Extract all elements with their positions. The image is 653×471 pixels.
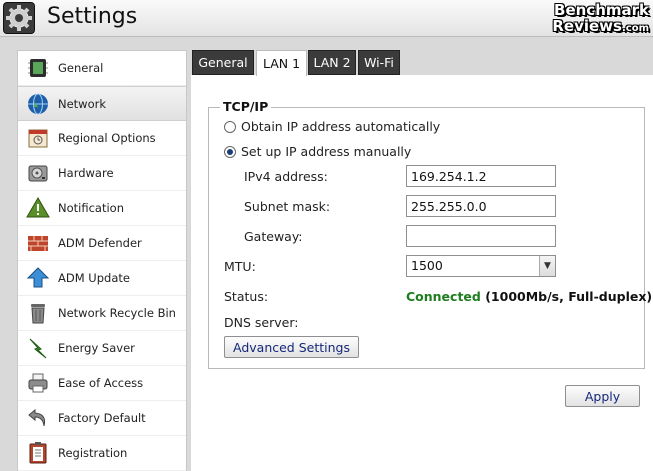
- apply-button[interactable]: Apply: [565, 385, 640, 407]
- ipv4-address-field[interactable]: [406, 165, 556, 187]
- network-settings-panel: General LAN 1 LAN 2 Wi-Fi TCP/IP Obtain …: [191, 50, 653, 471]
- status-detail: (1000Mb/s, Full-duplex): [480, 289, 653, 304]
- hard-drive-icon: [26, 161, 50, 185]
- sidebar-item-label: Hardware: [58, 166, 114, 180]
- tab-general[interactable]: General: [192, 50, 254, 75]
- printer-icon: [26, 371, 50, 395]
- sidebar-item-label: General: [58, 61, 104, 75]
- sidebar-item-factory-default[interactable]: Factory Default: [18, 401, 186, 436]
- sidebar-item-notification[interactable]: Notification: [18, 191, 186, 226]
- set-up-ip-manually-option[interactable]: Set up IP address manually: [224, 144, 411, 159]
- tab-bar: General LAN 1 LAN 2 Wi-Fi: [191, 50, 653, 76]
- sidebar-item-label: Energy Saver: [58, 341, 135, 355]
- chevron-down-icon[interactable]: ▼: [539, 256, 555, 276]
- sidebar-item-general[interactable]: General: [18, 51, 186, 86]
- subnet-mask-label: Subnet mask:: [244, 199, 331, 214]
- watermark-line2: Reviews: [552, 17, 622, 35]
- status-label: Status:: [224, 289, 269, 304]
- watermark-line1: Benchmark: [554, 1, 649, 19]
- tcpip-group-title: TCP/IP: [220, 99, 272, 114]
- clipboard-icon: [26, 441, 50, 465]
- status-value: Connected (1000Mb/s, Full-duplex): [406, 289, 652, 304]
- firewall-icon: [26, 231, 50, 255]
- sidebar-item-label: Network: [58, 96, 107, 111]
- advanced-settings-button[interactable]: Advanced Settings: [224, 336, 359, 358]
- upload-arrow-icon: [26, 266, 50, 290]
- undo-icon: [26, 406, 50, 430]
- mtu-select[interactable]: 1500 ▼: [406, 255, 556, 277]
- radio-button-selected[interactable]: [224, 145, 236, 158]
- settings-sidebar: General Network Regional Options Hardwar…: [17, 50, 187, 471]
- option-label: Obtain IP address automatically: [241, 119, 441, 134]
- trash-icon: [26, 301, 50, 325]
- status-connected: Connected: [406, 289, 481, 304]
- option-label: Set up IP address manually: [241, 144, 412, 159]
- subnet-mask-field[interactable]: [406, 195, 556, 217]
- sidebar-item-energy-saver[interactable]: Energy Saver: [18, 331, 186, 366]
- sidebar-item-adm-defender[interactable]: ADM Defender: [18, 226, 186, 261]
- tab-lan-1[interactable]: LAN 1: [256, 50, 307, 76]
- sidebar-item-label: Registration: [58, 446, 128, 460]
- watermark-suffix: .com: [621, 23, 649, 34]
- tab-wifi[interactable]: Wi-Fi: [358, 50, 400, 75]
- warning-icon: [26, 196, 50, 220]
- sidebar-item-ease-of-access[interactable]: Ease of Access: [18, 366, 186, 401]
- dns-server-label: DNS server:: [224, 315, 299, 330]
- sidebar-item-label: ADM Defender: [58, 236, 142, 250]
- gateway-label: Gateway:: [244, 229, 303, 244]
- sidebar-item-regional-options[interactable]: Regional Options: [18, 121, 186, 156]
- title-bar: Settings Benchmark Reviews.com: [0, 0, 653, 37]
- sidebar-item-registration[interactable]: Registration: [18, 436, 186, 471]
- mtu-selected-value: 1500: [411, 258, 443, 273]
- mtu-label: MTU:: [224, 259, 256, 274]
- ipv4-address-label: IPv4 address:: [244, 169, 328, 184]
- tab-lan-2[interactable]: LAN 2: [308, 50, 356, 75]
- sidebar-item-label: Regional Options: [58, 131, 156, 145]
- sidebar-item-network-recycle-bin[interactable]: Network Recycle Bin: [18, 296, 186, 331]
- sidebar-item-adm-update[interactable]: ADM Update: [18, 261, 186, 296]
- lightning-icon: [26, 336, 50, 360]
- sidebar-item-hardware[interactable]: Hardware: [18, 156, 186, 191]
- obtain-ip-automatically-option[interactable]: Obtain IP address automatically: [224, 119, 440, 134]
- radio-button[interactable]: [224, 120, 236, 133]
- gateway-field[interactable]: [406, 225, 556, 247]
- tcpip-group: TCP/IP Obtain IP address automatically S…: [208, 99, 652, 369]
- chip-icon: [26, 56, 50, 80]
- sidebar-item-label: ADM Update: [58, 271, 130, 285]
- window-title: Settings: [47, 4, 138, 29]
- sidebar-item-label: Factory Default: [58, 411, 146, 425]
- sidebar-item-label: Network Recycle Bin: [58, 306, 176, 320]
- sidebar-item-network[interactable]: Network: [18, 86, 186, 121]
- sidebar-item-label: Notification: [58, 201, 124, 215]
- watermark-logo: Benchmark Reviews.com: [552, 2, 649, 37]
- calendar-icon: [26, 126, 50, 150]
- settings-app-icon: [3, 2, 35, 34]
- sidebar-item-label: Ease of Access: [58, 376, 144, 390]
- globe-icon: [26, 92, 50, 116]
